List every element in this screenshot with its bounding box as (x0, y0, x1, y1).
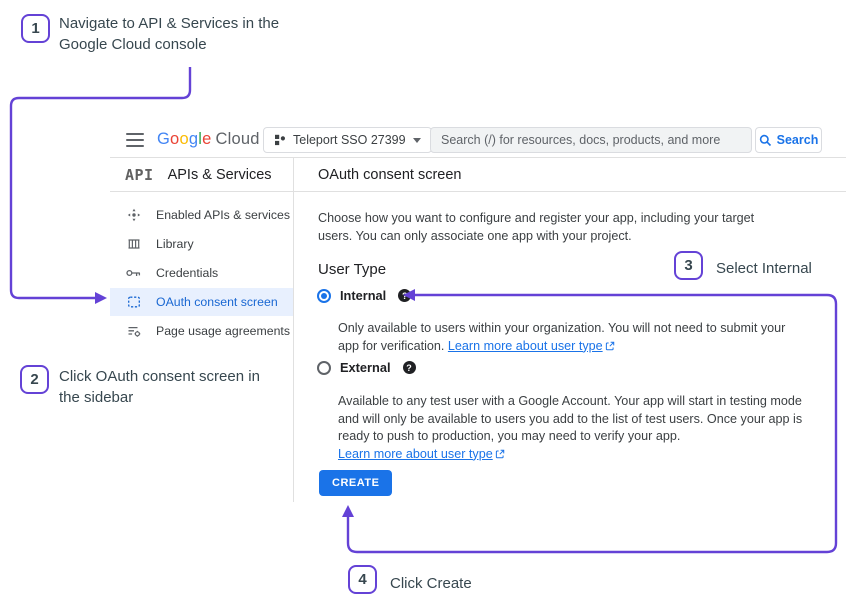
project-selector[interactable]: Teleport SSO 27399 (263, 127, 432, 153)
help-icon[interactable] (398, 289, 411, 302)
step-3-badge: 3 (674, 251, 703, 280)
user-type-heading: User Type (318, 261, 386, 278)
search-input[interactable] (430, 127, 752, 153)
intro-text: Choose how you want to configure and reg… (318, 210, 770, 245)
search-icon (759, 134, 772, 147)
sidebar-item-credentials[interactable]: Credentials (110, 259, 293, 287)
internal-radio[interactable] (317, 289, 331, 303)
sidebar-divider (293, 158, 294, 502)
create-button[interactable]: CREATE (319, 470, 392, 496)
external-radio-label: External (340, 360, 391, 375)
google-logo-word: Google (157, 130, 211, 148)
internal-option-row: Internal (317, 288, 411, 303)
chevron-down-icon (413, 138, 421, 143)
google-cloud-logo: GoogleCloud (157, 130, 260, 149)
internal-radio-label: Internal (340, 288, 386, 303)
sidebar-header: API APIs & Services (110, 158, 293, 192)
step-2-label: Click OAuth consent screen in the sideba… (59, 366, 274, 408)
key-icon (126, 268, 141, 278)
step-1-badge: 1 (21, 14, 50, 43)
sidebar-item-page-usage-agreements[interactable]: Page usage agreements (110, 317, 293, 345)
console-header: GoogleCloud Teleport SSO 27399 Search (110, 123, 846, 158)
search-button[interactable]: Search (755, 127, 822, 153)
sidebar-item-label: Page usage agreements (156, 324, 290, 338)
sidebar-item-label: Library (156, 237, 194, 251)
step-1-label: Navigate to API & Services in the Google… (59, 13, 309, 55)
external-link-icon (605, 341, 615, 351)
tutorial-screenshot: GoogleCloud Teleport SSO 27399 Search AP… (0, 0, 846, 599)
page-usage-icon (126, 324, 141, 338)
api-product-logo: API (125, 166, 154, 184)
step-4-label: Click Create (390, 573, 472, 594)
hamburger-menu-icon[interactable] (126, 133, 144, 147)
oauth-dashed-icon (126, 295, 141, 309)
sidebar-item-oauth-consent-screen[interactable]: OAuth consent screen (110, 288, 293, 316)
search-button-label: Search (777, 133, 819, 147)
learn-more-link[interactable]: Learn more about user type (338, 447, 505, 461)
step-2-badge: 2 (20, 365, 49, 394)
external-radio[interactable] (317, 361, 331, 375)
sidebar-item-library[interactable]: Library (110, 230, 293, 258)
sidebar-item-label: Credentials (156, 266, 218, 280)
learn-more-link[interactable]: Learn more about user type (448, 339, 615, 353)
sidebar-item-enabled-apis[interactable]: Enabled APIs & services (110, 201, 293, 229)
page-title: OAuth consent screen (318, 167, 461, 183)
step-3-label: Select Internal (716, 258, 812, 279)
cloud-logo-word: Cloud (215, 130, 259, 148)
external-description: Available to any test user with a Google… (338, 393, 814, 463)
project-icon (274, 134, 286, 146)
sidebar-title: APIs & Services (168, 167, 272, 183)
enabled-apis-icon (126, 208, 141, 222)
help-icon[interactable] (403, 361, 416, 374)
step-4-badge: 4 (348, 565, 377, 594)
library-icon (126, 237, 141, 251)
internal-description: Only available to users within your orga… (338, 320, 793, 355)
project-name: Teleport SSO 27399 (293, 133, 406, 147)
page-title-bar: OAuth consent screen (294, 158, 846, 192)
external-link-icon (495, 449, 505, 459)
external-option-row: External (317, 360, 416, 375)
sidebar-item-label: OAuth consent screen (156, 295, 278, 309)
sidebar-item-label: Enabled APIs & services (156, 208, 290, 222)
